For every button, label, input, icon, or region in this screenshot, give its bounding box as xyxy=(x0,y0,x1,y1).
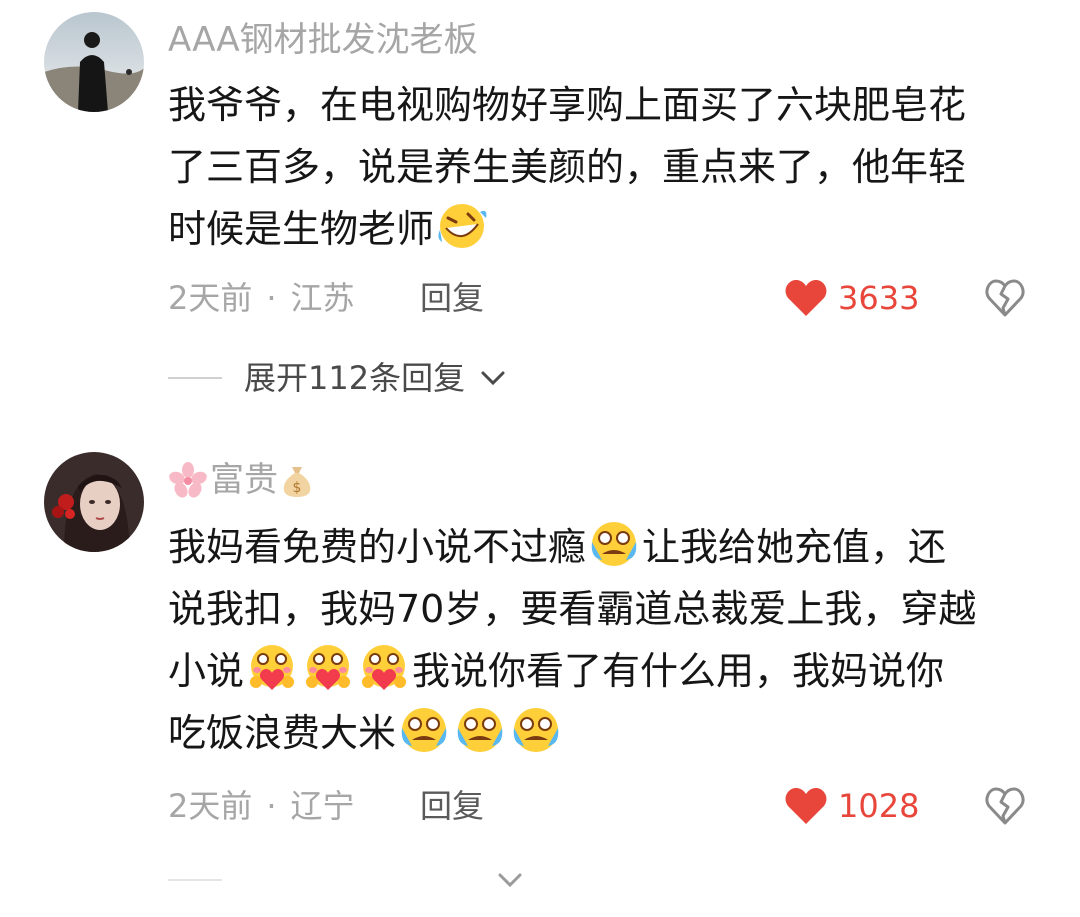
divider xyxy=(168,879,222,881)
hugging-heart-emoji xyxy=(362,645,407,690)
comment-location: 辽宁 xyxy=(290,787,355,825)
hugging-heart-emoji xyxy=(250,645,295,690)
money-bag-icon: $ xyxy=(283,467,311,497)
broken-heart-icon[interactable] xyxy=(984,278,1026,318)
like-count: 3633 xyxy=(838,279,920,317)
expand-replies-button[interactable] xyxy=(168,870,524,890)
username[interactable]: 富贵 $ xyxy=(168,460,314,508)
comment-time: 2天前 xyxy=(168,279,253,317)
crying-emoji xyxy=(513,708,559,752)
heart-icon xyxy=(785,788,827,824)
like-button[interactable]: 3633 xyxy=(784,278,919,318)
chevron-down-icon xyxy=(481,371,505,386)
like-count: 1028 xyxy=(838,787,920,825)
comment-line: 了三百多，说是养生美颜的，重点来了，他年轻 xyxy=(168,145,967,189)
reply-button[interactable]: 回复 xyxy=(420,278,484,318)
comment-line: 我妈看免费的小说不过瘾 让我给她充值，还 xyxy=(168,516,1028,578)
username[interactable]: AAA钢材批发沈老板 xyxy=(168,20,478,60)
expand-replies-label: 展开112条回复 xyxy=(244,359,466,397)
crying-emoji xyxy=(401,708,447,752)
comment-line: 吃饭浪费大米 xyxy=(168,702,1028,764)
comment-line: 说我扣，我妈70岁，要看霸道总裁爱上我，穿越 xyxy=(168,587,977,631)
crying-emoji xyxy=(591,522,637,566)
reply-button[interactable]: 回复 xyxy=(420,786,484,826)
comment-line: 时候是生物老师 xyxy=(168,198,1028,260)
comment-text: 我爷爷，在电视购物好享购上面买了六块肥皂花 了三百多，说是养生美颜的，重点来了，… xyxy=(168,74,1028,260)
svg-text:$: $ xyxy=(293,480,302,496)
avatar[interactable] xyxy=(44,452,144,552)
comment-line: 小说 我说你看了有什么用，我妈说你 xyxy=(168,640,1028,702)
broken-heart-icon[interactable] xyxy=(984,786,1026,826)
comment-time: 2天前 xyxy=(168,787,253,825)
avatar[interactable] xyxy=(44,12,144,112)
sakura-icon xyxy=(169,462,207,498)
divider xyxy=(168,377,222,379)
comment-line: 我爷爷，在电视购物好享购上面买了六块肥皂花 xyxy=(168,83,967,127)
comment-text: 我妈看免费的小说不过瘾 让我给她充值，还 说我扣，我妈70岁，要看霸道总裁爱上我，… xyxy=(168,516,1028,764)
crying-emoji xyxy=(457,708,503,752)
comment-meta: 2天前 · 江苏 xyxy=(168,279,355,317)
expand-replies-button[interactable]: 展开112条回复 xyxy=(168,358,507,398)
comment-meta: 2天前 · 辽宁 xyxy=(168,787,355,825)
chevron-down-icon xyxy=(498,873,522,888)
username-text: 富贵 xyxy=(210,460,278,500)
hugging-heart-emoji xyxy=(306,645,351,690)
comment-location: 江苏 xyxy=(290,279,355,317)
like-button[interactable]: 1028 xyxy=(784,786,919,826)
rolling-laughing-emoji xyxy=(438,204,487,248)
heart-icon xyxy=(785,280,827,316)
